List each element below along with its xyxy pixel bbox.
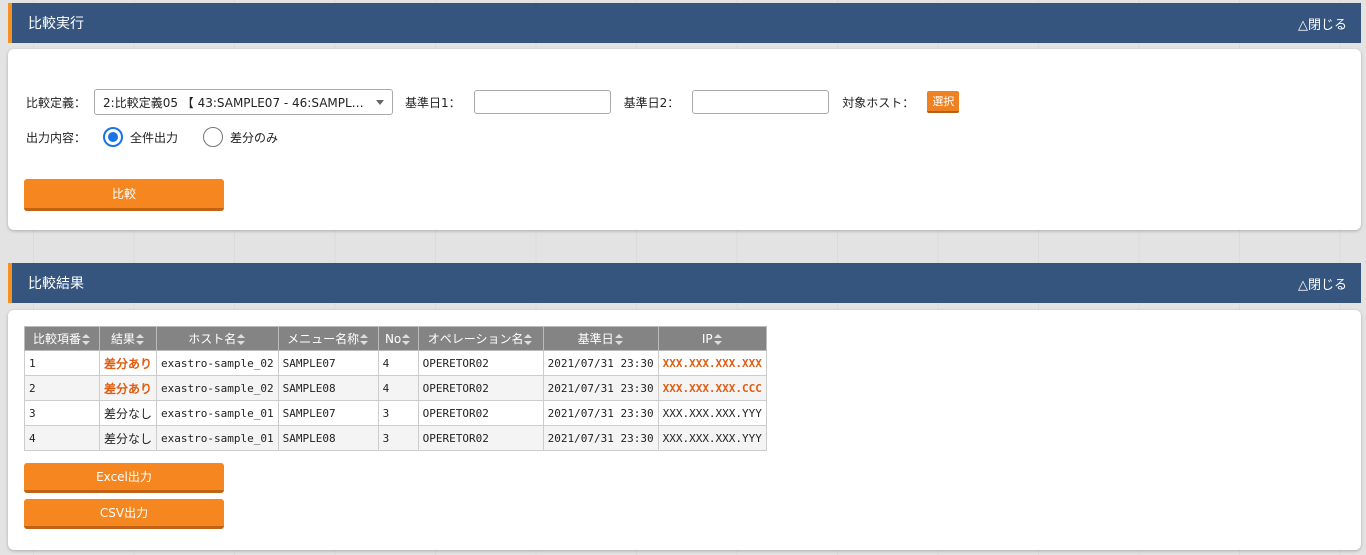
col-header-operation[interactable]: オペレーション名 <box>417 326 544 351</box>
base-date2-label: 基準日2： <box>623 95 680 110</box>
select-host-button[interactable]: 選択 <box>927 91 960 113</box>
sort-icon <box>360 334 369 345</box>
cell-menu: SAMPLE08 <box>277 425 379 451</box>
base-date1-label: 基準日1： <box>405 95 461 110</box>
compare-result-close-toggle[interactable]: △閉じる <box>1298 274 1347 293</box>
cell-no: 3 <box>377 425 419 451</box>
radio-all-output[interactable] <box>103 127 124 147</box>
cell-result: 差分あり <box>98 350 158 376</box>
col-header-result[interactable]: 結果 <box>98 326 158 351</box>
definition-select-value: 2:比較定義05 【 43:SAMPLE07 - 46:SAMPL… <box>103 95 364 110</box>
sort-icon <box>614 334 624 345</box>
col-header-ip[interactable]: IP <box>657 326 767 351</box>
sort-icon <box>237 334 246 345</box>
compare-exec-close-toggle[interactable]: △閉じる <box>1298 14 1347 33</box>
sort-icon <box>713 333 723 345</box>
cell-base-date: 2021/07/31 23:30 <box>542 375 659 401</box>
target-host-label: 対象ホスト： <box>842 95 915 110</box>
cell-base-date: 2021/07/31 23:30 <box>542 400 659 426</box>
cell-compare-no: 2 <box>24 375 100 401</box>
cell-base-date: 2021/07/31 23:30 <box>542 350 659 376</box>
table-row: 1 差分あり exastro-sample_02 SAMPLE07 4 OPER… <box>24 350 767 376</box>
cell-ip: XXX.XXX.XXX.XXX <box>657 350 767 376</box>
cell-operation: OPERETOR02 <box>417 375 544 401</box>
sort-icon <box>82 334 91 345</box>
radio-diff-only[interactable] <box>203 127 224 147</box>
cell-no: 4 <box>377 375 419 401</box>
cell-ip: XXX.XXX.XXX.YYY <box>657 425 767 451</box>
base-date1-input[interactable] <box>473 90 611 114</box>
compare-button[interactable]: 比較 <box>24 179 224 211</box>
cell-result: 差分なし <box>98 425 158 451</box>
cell-no: 4 <box>377 350 419 376</box>
compare-exec-panel: 比較定義： 2:比較定義05 【 43:SAMPLE07 - 46:SAMPL…… <box>8 49 1361 230</box>
cell-compare-no: 4 <box>24 425 100 451</box>
cell-base-date: 2021/07/31 23:30 <box>542 425 659 451</box>
definition-select[interactable]: 2:比較定義05 【 43:SAMPLE07 - 46:SAMPL… <box>94 89 394 115</box>
cell-host: exastro-sample_02 <box>156 375 279 401</box>
cell-host: exastro-sample_02 <box>156 350 279 376</box>
col-header-no[interactable]: No <box>377 326 419 351</box>
radio-all-output-label[interactable]: 全件出力 <box>130 129 178 146</box>
cell-menu: SAMPLE07 <box>277 400 379 426</box>
sort-icon <box>524 334 533 345</box>
excel-output-button[interactable]: Excel出力 <box>24 463 224 493</box>
result-table-header-row: 比較項番 結果 ホスト名 メニュー名称 No オペレーション名 基準日 IP <box>24 326 767 351</box>
table-row: 3 差分なし exastro-sample_01 SAMPLE07 3 OPER… <box>24 400 767 426</box>
table-row: 4 差分なし exastro-sample_01 SAMPLE08 3 OPER… <box>24 425 767 451</box>
base-date2-input[interactable] <box>692 90 830 114</box>
cell-result: 差分なし <box>98 400 158 426</box>
definition-label: 比較定義： <box>26 95 87 110</box>
col-header-host[interactable]: ホスト名 <box>156 326 279 351</box>
radio-diff-only-label[interactable]: 差分のみ <box>230 129 278 146</box>
cell-host: exastro-sample_01 <box>156 425 279 451</box>
cell-operation: OPERETOR02 <box>417 425 544 451</box>
cell-compare-no: 3 <box>24 400 100 426</box>
col-header-compare-no[interactable]: 比較項番 <box>24 326 100 351</box>
compare-result-panel: 比較項番 結果 ホスト名 メニュー名称 No オペレーション名 基準日 IP 1… <box>8 310 1361 550</box>
cell-compare-no: 1 <box>24 350 100 376</box>
result-table: 比較項番 結果 ホスト名 メニュー名称 No オペレーション名 基準日 IP 1… <box>24 326 767 451</box>
compare-exec-title: 比較実行 <box>28 16 84 32</box>
cell-host: exastro-sample_01 <box>156 400 279 426</box>
compare-result-header: 比較結果 △閉じる <box>8 263 1361 303</box>
cell-no: 3 <box>377 400 419 426</box>
sort-icon <box>402 333 411 345</box>
output-label: 出力内容： <box>26 130 87 145</box>
sort-icon <box>136 334 145 345</box>
compare-exec-header: 比較実行 △閉じる <box>8 3 1361 43</box>
cell-operation: OPERETOR02 <box>417 350 544 376</box>
col-header-base-date[interactable]: 基準日 <box>542 326 659 351</box>
cell-ip: XXX.XXX.XXX.CCC <box>657 375 767 401</box>
cell-result: 差分あり <box>98 375 158 401</box>
table-row: 2 差分あり exastro-sample_02 SAMPLE08 4 OPER… <box>24 375 767 401</box>
chevron-down-icon <box>376 99 385 105</box>
col-header-menu[interactable]: メニュー名称 <box>277 326 379 351</box>
cell-menu: SAMPLE07 <box>277 350 379 376</box>
cell-operation: OPERETOR02 <box>417 400 544 426</box>
cell-menu: SAMPLE08 <box>277 375 379 401</box>
compare-result-title: 比較結果 <box>28 276 84 292</box>
csv-output-button[interactable]: CSV出力 <box>24 499 224 529</box>
cell-ip: XXX.XXX.XXX.YYY <box>657 400 767 426</box>
